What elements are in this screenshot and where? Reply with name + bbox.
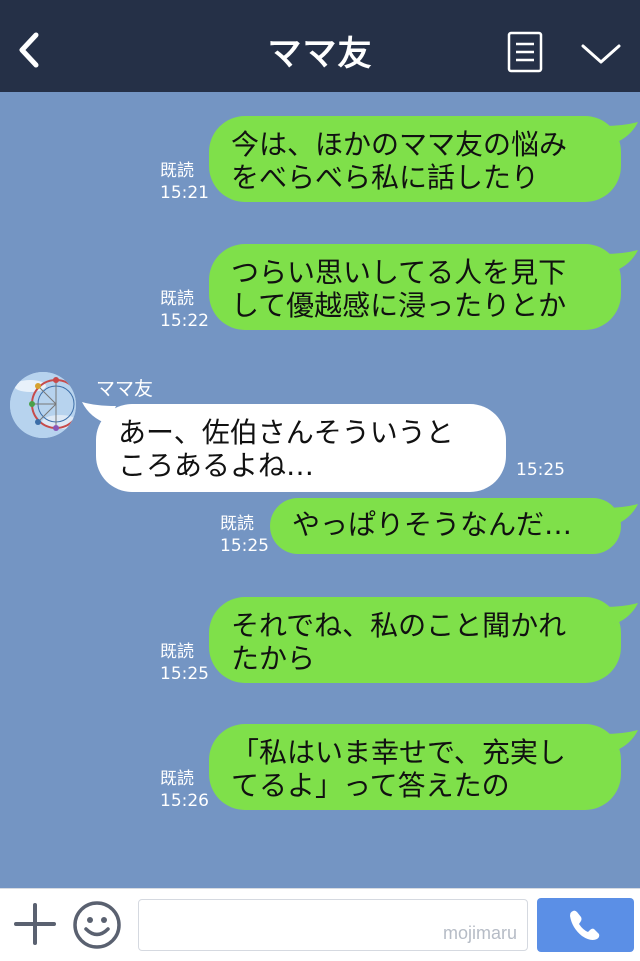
bubble-tail: [604, 603, 638, 625]
smile-icon[interactable]: [72, 900, 122, 950]
read-receipt: 既読: [160, 769, 194, 789]
outgoing-message-bubble[interactable]: やっぱりそうなんだ…: [270, 498, 621, 554]
bubble-tail: [604, 730, 638, 752]
message-line: して優越感に浸ったりとか: [231, 289, 567, 322]
message-line: ころあるよね…: [118, 449, 315, 482]
sender-name: ママ友: [96, 378, 154, 400]
bubble-tail: [604, 122, 638, 144]
outgoing-message-bubble[interactable]: それでね、私のこと聞かれ たから: [209, 597, 621, 683]
watermark-text: mojimaru: [442, 923, 517, 943]
message-time: 15:25: [160, 664, 209, 684]
message-time: 15:25: [516, 460, 565, 480]
message-line: をべらべら私に話したり: [231, 161, 540, 194]
message-time: 15:26: [160, 791, 209, 811]
read-receipt: 既読: [160, 161, 194, 181]
bubble-tail: [604, 250, 638, 272]
message-list[interactable]: 既読 15:21 今は、ほかのママ友の悩み をべらべら私に話したり 既読 15:…: [0, 92, 640, 888]
ferris-wheel-photo: [10, 372, 76, 438]
message-time: 15:21: [160, 183, 209, 203]
outgoing-message-bubble[interactable]: つらい思いしてる人を見下 して優越感に浸ったりとか: [209, 244, 621, 330]
message-line: 今は、ほかのママ友の悩み: [231, 128, 568, 161]
bubble-tail: [604, 504, 638, 526]
plus-icon[interactable]: [14, 903, 56, 945]
message-line: てるよ」って答えたの: [231, 769, 510, 802]
message-meta: 既読 15:25: [160, 641, 209, 685]
message-line: 「私はいま幸せで、充実し: [231, 736, 566, 769]
message-meta: 既読 15:25: [220, 513, 269, 557]
read-receipt: 既読: [160, 289, 194, 309]
message-meta: 既読 15:22: [160, 288, 209, 332]
incoming-message-bubble[interactable]: あー、佐伯さんそういうと ころあるよね…: [96, 404, 506, 492]
message-meta: 既読 15:26: [160, 768, 209, 812]
message-line: つらい思いしてる人を見下: [231, 256, 567, 289]
message-input[interactable]: mojimaru: [138, 899, 528, 951]
message-line: やっぱりそうなんだ…: [292, 508, 573, 541]
message-meta: 既読 15:21: [160, 160, 209, 204]
outgoing-message-bubble[interactable]: 今は、ほかのママ友の悩み をべらべら私に話したり: [209, 116, 621, 202]
input-bar: mojimaru: [0, 888, 640, 961]
chat-header: ママ友: [0, 0, 640, 92]
list-icon[interactable]: [507, 31, 543, 73]
avatar[interactable]: [10, 372, 76, 438]
message-time: 15:25: [220, 536, 269, 556]
message-time: 15:22: [160, 311, 209, 331]
chat-title: ママ友: [267, 34, 373, 74]
message-line: たから: [231, 642, 316, 675]
phone-icon: [570, 910, 600, 940]
message-line: あー、佐伯さんそういうと: [118, 416, 454, 449]
chevron-down-icon[interactable]: [579, 40, 623, 68]
read-receipt: 既読: [220, 514, 254, 534]
call-button[interactable]: [537, 898, 634, 952]
message-line: それでね、私のこと聞かれ: [231, 609, 567, 642]
read-receipt: 既読: [160, 642, 194, 662]
outgoing-message-bubble[interactable]: 「私はいま幸せで、充実し てるよ」って答えたの: [209, 724, 621, 810]
